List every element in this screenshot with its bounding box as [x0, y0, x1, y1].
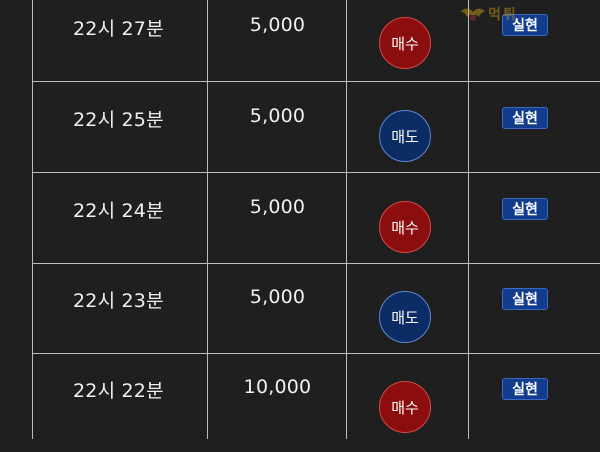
table-row: 22시 24분 5,000 매수 실현	[0, 182, 600, 272]
trade-time: 22시 22분	[73, 380, 164, 402]
buy-badge: 매수	[379, 17, 431, 69]
trade-amount: 5,000	[249, 196, 306, 218]
trade-amount: 10,000	[243, 376, 312, 398]
status-badge: 실현	[502, 198, 548, 220]
status-badge: 실현	[502, 288, 548, 310]
watermark-text: 먹튀	[488, 7, 518, 23]
table-row: 22시 25분 5,000 매도 실현	[0, 91, 600, 181]
wings-logo-icon	[461, 8, 485, 21]
buy-badge: 매수	[379, 381, 431, 433]
watermark-logo: 먹튀	[460, 2, 600, 38]
trade-time: 22시 23분	[73, 290, 164, 312]
table-row: 22시 23분 5,000 매도 실현	[0, 272, 600, 362]
side-label: 매수	[391, 398, 419, 417]
trade-time: 22시 27분	[73, 18, 164, 40]
buy-badge: 매수	[379, 201, 431, 253]
trade-time: 22시 24분	[73, 200, 164, 222]
side-label: 매도	[391, 308, 419, 327]
status-badge: 실현	[502, 378, 548, 400]
trade-amount: 5,000	[249, 14, 306, 36]
side-label: 매수	[391, 34, 419, 53]
side-label: 매도	[391, 127, 419, 146]
trade-amount: 5,000	[249, 105, 306, 127]
status-badge: 실현	[502, 107, 548, 129]
trade-amount: 5,000	[249, 286, 306, 308]
sell-badge: 매도	[379, 110, 431, 162]
sell-badge: 매도	[379, 291, 431, 343]
side-label: 매수	[391, 218, 419, 237]
trade-time: 22시 25분	[73, 109, 164, 131]
